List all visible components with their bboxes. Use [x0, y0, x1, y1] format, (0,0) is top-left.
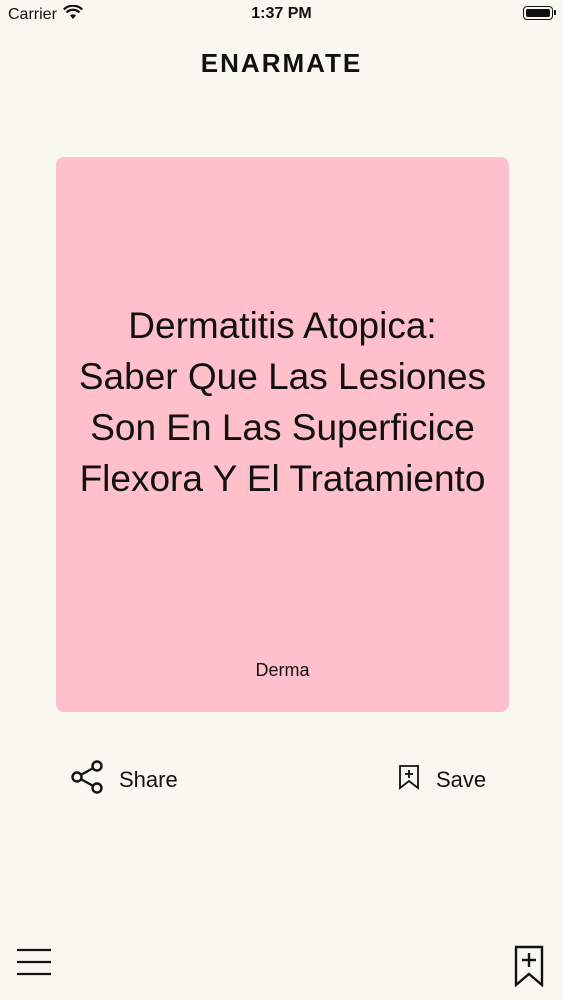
- save-button[interactable]: Save: [398, 762, 486, 798]
- share-button[interactable]: Share: [70, 760, 178, 800]
- status-bar: Carrier 1:37 PM: [0, 0, 563, 30]
- hamburger-menu-icon: [16, 948, 52, 982]
- card-title: Dermatitis Atopica: Saber Que Las Lesion…: [78, 305, 487, 499]
- topic-card[interactable]: Dermatitis Atopica: Saber Que Las Lesion…: [56, 157, 509, 712]
- save-label: Save: [436, 767, 487, 792]
- share-label: Share: [119, 767, 178, 792]
- menu-button[interactable]: [16, 946, 52, 978]
- share-icon: [70, 760, 104, 800]
- app-title: ENARMATE: [200, 48, 363, 78]
- bookmarks-button[interactable]: [514, 945, 544, 988]
- status-time: 1:37 PM: [251, 5, 312, 22]
- bookmark-add-icon: [398, 764, 420, 796]
- card-category: Derma: [255, 660, 310, 680]
- bookmark-add-icon: [514, 945, 544, 991]
- battery-icon: [523, 6, 556, 20]
